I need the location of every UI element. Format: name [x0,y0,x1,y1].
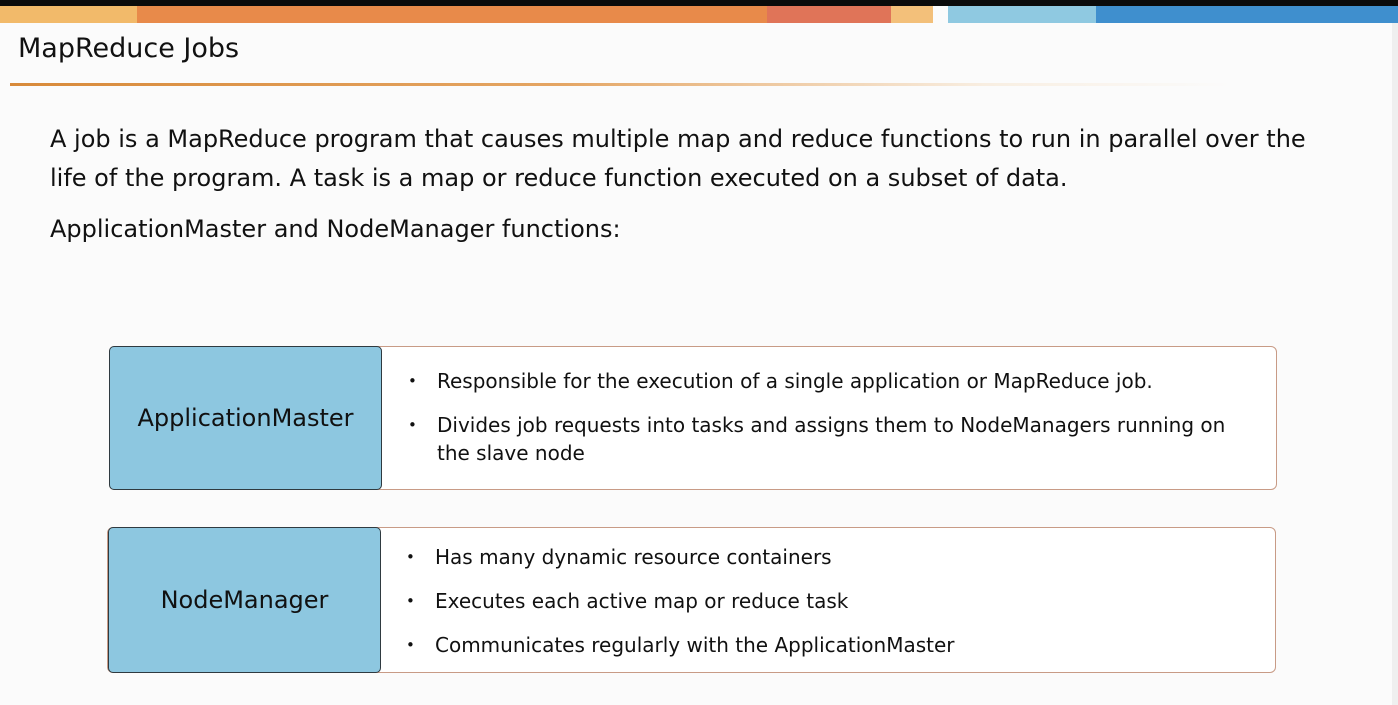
node-manager-bullet-list: Has many dynamic resource containers Exe… [403,543,1261,675]
color-segment-light-blue [948,6,1096,23]
application-master-label: ApplicationMaster [109,346,382,490]
intro-line-1: A job is a MapReduce program that causes… [50,125,1306,153]
title-underline [10,83,1230,86]
node-manager-bullet: Communicates regularly with the Applicat… [403,631,1261,659]
color-segment-blue [1096,6,1398,23]
node-manager-box: NodeManager Has many dynamic resource co… [107,527,1276,673]
application-master-bullet-list: Responsible for the execution of a singl… [405,367,1262,483]
application-master-bullet: Divides job requests into tasks and assi… [405,411,1262,467]
right-edge-scrollbar[interactable] [1392,23,1398,705]
application-master-box: ApplicationMaster Responsible for the ex… [109,346,1277,490]
intro-line-2: life of the program. A task is a map or … [50,164,1068,192]
application-master-bullet: Responsible for the execution of a singl… [405,367,1262,395]
functions-subheading: ApplicationMaster and NodeManager functi… [50,215,621,243]
color-segment-light-orange [0,6,137,23]
node-manager-label: NodeManager [108,527,381,673]
color-segment-red-orange [767,6,891,23]
node-manager-bullet: Executes each active map or reduce task [403,587,1261,615]
slide-title: MapReduce Jobs [18,33,240,64]
color-segment-light-orange-2 [891,6,933,23]
header-color-bar [0,6,1398,23]
color-segment-orange [137,6,767,23]
node-manager-bullet: Has many dynamic resource containers [403,543,1261,571]
